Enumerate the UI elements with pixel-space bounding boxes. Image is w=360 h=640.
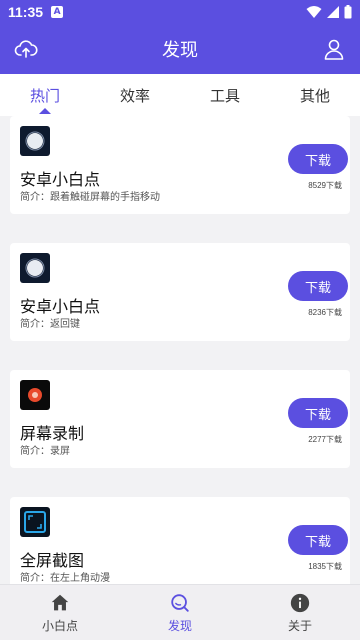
page-title: 发现 <box>162 40 198 61</box>
tab-indicator <box>39 108 51 114</box>
download-count: 8529下载 <box>308 181 342 190</box>
battery-icon <box>344 5 352 19</box>
status-bar: 11:35 A <box>0 0 360 24</box>
download-button[interactable]: 下载 <box>288 398 348 428</box>
download-count: 1835下载 <box>308 562 342 571</box>
download-count: 8236下载 <box>308 308 342 317</box>
screenshot-frame-icon <box>20 507 50 537</box>
info-icon <box>290 593 310 612</box>
status-time: 11:35 <box>8 4 44 20</box>
app-description: 简介：返回键 <box>20 319 80 330</box>
tab-tools[interactable]: 工具 <box>180 74 270 116</box>
tab-label: 效率 <box>119 86 150 105</box>
home-icon <box>51 594 69 610</box>
nav-label: 小白点 <box>41 618 78 633</box>
user-icon[interactable] <box>322 37 346 61</box>
signal-icon <box>327 6 339 18</box>
tab-hot[interactable]: 热门 <box>0 74 90 116</box>
app-list[interactable]: 安卓小白点 简介：跟着触碰屏幕的手指移动 下载 8529下载 安卓小白点 简介：… <box>0 116 360 584</box>
app-name: 安卓小白点 <box>20 170 101 189</box>
white-dot-icon <box>20 126 50 156</box>
tab-efficiency[interactable]: 效率 <box>90 74 180 116</box>
list-item[interactable]: 屏幕录制 简介：录屏 下载 2277下载 <box>10 370 350 468</box>
download-button[interactable]: 下载 <box>288 525 348 555</box>
tab-other[interactable]: 其他 <box>270 74 360 116</box>
app-name: 安卓小白点 <box>20 297 101 316</box>
tab-label: 热门 <box>29 86 60 105</box>
list-item[interactable]: 安卓小白点 简介：返回键 下载 8236下载 <box>10 243 350 341</box>
tab-label: 其他 <box>299 86 330 105</box>
app-bar: 发现 <box>0 24 360 74</box>
nav-item-home[interactable]: 小白点 <box>0 585 120 640</box>
nav-item-discover[interactable]: 发现 <box>120 585 240 640</box>
download-button[interactable]: 下载 <box>288 271 348 301</box>
download-count: 2277下载 <box>308 435 342 444</box>
download-button[interactable]: 下载 <box>288 144 348 174</box>
app-description: 简介：录屏 <box>20 446 70 457</box>
tab-label: 工具 <box>209 86 240 105</box>
wifi-icon <box>306 6 322 18</box>
screen-record-icon <box>20 380 50 410</box>
cloud-upload-icon[interactable] <box>14 37 38 61</box>
list-item[interactable]: 全屏截图 简介：在左上角动漫 下载 1835下载 <box>10 497 350 584</box>
white-dot-icon <box>20 253 50 283</box>
discover-icon <box>171 593 189 612</box>
nav-label: 关于 <box>287 618 312 633</box>
nav-label: 发现 <box>167 618 192 633</box>
app-name: 屏幕录制 <box>20 424 85 443</box>
notification-icon: A <box>51 6 64 18</box>
status-icons <box>306 5 352 19</box>
app-description: 简介：在左上角动漫 <box>20 573 110 584</box>
list-item[interactable]: 安卓小白点 简介：跟着触碰屏幕的手指移动 下载 8529下载 <box>10 116 350 214</box>
app-name: 全屏截图 <box>20 551 85 570</box>
nav-item-about[interactable]: 关于 <box>240 585 360 640</box>
bottom-nav: 小白点 发现 关于 <box>0 584 360 640</box>
category-tabs: 热门 效率 工具 其他 <box>0 74 360 116</box>
app-description: 简介：跟着触碰屏幕的手指移动 <box>20 192 160 203</box>
